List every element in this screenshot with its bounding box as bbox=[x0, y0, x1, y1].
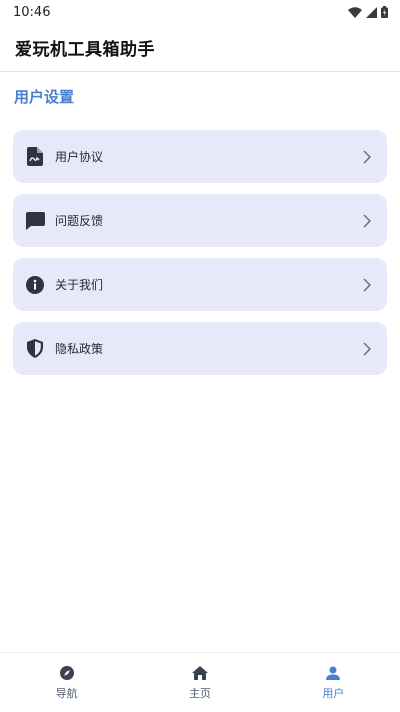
nav-item-user[interactable]: 用户 bbox=[267, 653, 400, 712]
section-title: 用户设置 bbox=[14, 88, 75, 106]
setting-item-privacy-policy[interactable]: 隐私政策 bbox=[13, 322, 387, 375]
bottom-nav: 导航 主页 用户 bbox=[0, 652, 400, 712]
status-time: 10:46 bbox=[13, 4, 51, 20]
nav-label: 主页 bbox=[188, 686, 211, 700]
chevron-right-icon bbox=[361, 277, 373, 293]
chevron-right-icon bbox=[361, 149, 373, 165]
setting-label: 隐私政策 bbox=[55, 342, 104, 356]
battery-icon bbox=[381, 6, 388, 18]
status-icons bbox=[348, 6, 388, 18]
app-title: 爱玩机工具箱助手 bbox=[15, 40, 155, 60]
nav-label: 导航 bbox=[55, 686, 78, 700]
nav-item-home[interactable]: 主页 bbox=[133, 653, 266, 712]
setting-label: 用户协议 bbox=[55, 150, 104, 164]
document-icon bbox=[25, 147, 45, 167]
info-icon bbox=[25, 275, 45, 295]
nav-label: 用户 bbox=[322, 686, 345, 700]
setting-label: 关于我们 bbox=[55, 278, 104, 292]
setting-item-user-agreement[interactable]: 用户协议 bbox=[13, 130, 387, 183]
user-icon bbox=[325, 665, 341, 681]
app-bar: 爱玩机工具箱助手 bbox=[0, 24, 400, 72]
setting-label: 问题反馈 bbox=[55, 214, 104, 228]
home-icon bbox=[191, 665, 208, 681]
chat-icon bbox=[25, 211, 45, 231]
settings-list: 用户协议 问题反馈 关于我们 隐私政策 bbox=[13, 130, 387, 386]
status-bar: 10:46 bbox=[0, 0, 400, 24]
compass-icon bbox=[59, 665, 75, 681]
signal-icon bbox=[366, 6, 377, 18]
setting-item-about-us[interactable]: 关于我们 bbox=[13, 258, 387, 311]
wifi-icon bbox=[348, 6, 362, 18]
shield-icon bbox=[25, 339, 45, 359]
nav-item-navigation[interactable]: 导航 bbox=[0, 653, 133, 712]
setting-item-feedback[interactable]: 问题反馈 bbox=[13, 194, 387, 247]
chevron-right-icon bbox=[361, 341, 373, 357]
chevron-right-icon bbox=[361, 213, 373, 229]
